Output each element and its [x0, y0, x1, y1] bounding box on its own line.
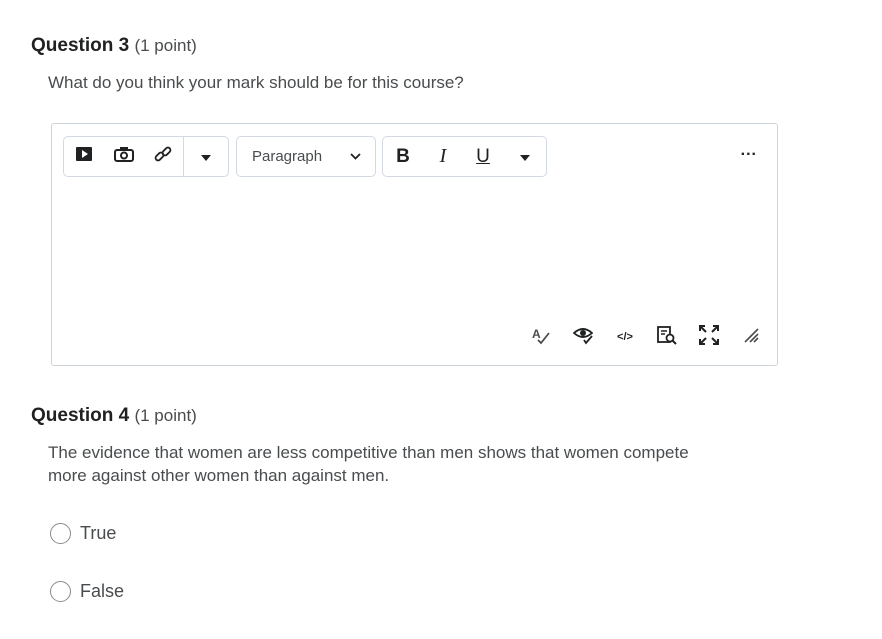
chevron-down-icon — [350, 153, 375, 160]
resize-handle[interactable] — [739, 325, 763, 349]
insert-more-dropdown[interactable] — [184, 137, 228, 176]
source-code-button[interactable]: </> — [613, 325, 637, 349]
option-label: True — [80, 523, 117, 543]
question-points: (1 point) — [134, 36, 197, 55]
option-false[interactable]: False — [50, 581, 124, 602]
insert-image-button[interactable] — [104, 137, 144, 176]
question-4-title: Question 4 (1 point) — [31, 405, 197, 427]
text-style-toolbar-group: B I U — [382, 136, 547, 177]
more-options-button[interactable]: ... — [741, 143, 757, 159]
paragraph-format-value: Paragraph — [252, 148, 323, 165]
dropdown-caret-icon — [201, 148, 212, 166]
insert-video-button[interactable] — [64, 137, 104, 176]
question-4-text: The evidence that women are less competi… — [48, 443, 689, 485]
insert-toolbar-group — [63, 136, 229, 177]
question-3-text: What do you think your mark should be fo… — [48, 73, 464, 92]
underline-button[interactable]: U — [463, 137, 503, 176]
video-icon — [75, 146, 93, 167]
camera-icon — [113, 146, 134, 167]
question-name: Question 4 — [31, 405, 130, 426]
link-icon — [154, 145, 172, 168]
radio-button[interactable] — [50, 523, 71, 544]
editor-bottom-toolbar: A </> — [529, 324, 763, 350]
option-label: False — [80, 581, 125, 601]
dropdown-caret-icon — [519, 148, 530, 166]
paragraph-format-select[interactable]: Paragraph — [236, 136, 376, 177]
rich-text-editor: Paragraph B I U ... A </> — [51, 123, 778, 366]
option-true[interactable]: True — [50, 523, 116, 544]
preview-icon — [657, 325, 677, 350]
spellcheck-icon: A — [531, 325, 551, 350]
bold-button[interactable]: B — [383, 137, 423, 176]
accessibility-check-icon — [572, 325, 594, 350]
text-style-more-dropdown[interactable] — [503, 137, 546, 176]
accessibility-check-button[interactable] — [571, 325, 595, 349]
editor-content-area[interactable] — [52, 182, 777, 322]
fullscreen-button[interactable] — [697, 324, 721, 350]
question-name: Question 3 — [31, 35, 130, 56]
fullscreen-icon — [699, 324, 719, 350]
spellcheck-button[interactable]: A — [529, 325, 553, 349]
italic-button[interactable]: I — [423, 137, 463, 176]
svg-text:A: A — [532, 327, 541, 341]
preview-button[interactable] — [655, 325, 679, 349]
source-code-icon: </> — [617, 331, 633, 343]
resize-handle-icon — [743, 327, 759, 348]
insert-link-button[interactable] — [144, 137, 184, 176]
radio-button[interactable] — [50, 581, 71, 602]
question-3-title: Question 3 (1 point) — [31, 35, 197, 57]
question-points: (1 point) — [134, 406, 197, 425]
